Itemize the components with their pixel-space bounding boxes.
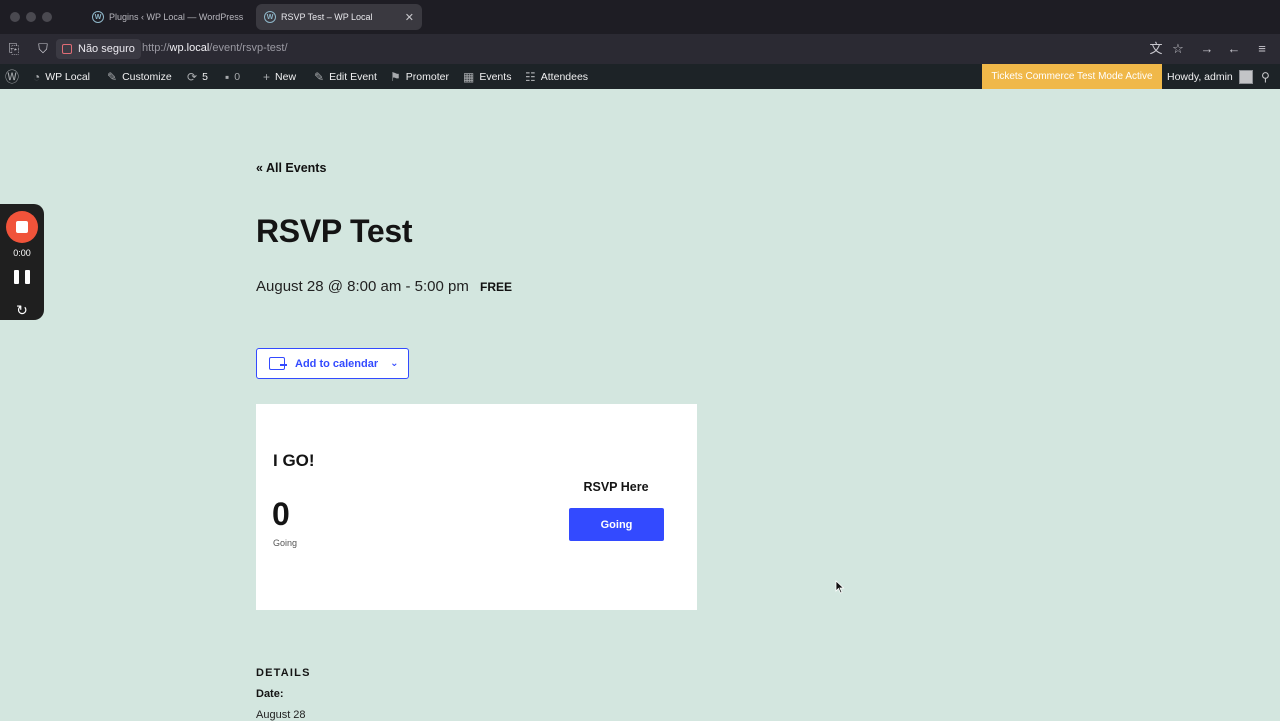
tab-title: Plugins ‹ WP Local — WordPress [109,12,244,22]
screen-recorder-widget: 0:00 ↻ [0,204,44,320]
my-account-menu[interactable]: Howdy, admin [1167,64,1253,89]
wordpress-icon: Ⓦ [5,68,19,85]
translate-icon[interactable]: 文 [1148,41,1164,57]
wp-admin-bar: Ⓦ ◔ WP Local ✎ Customize ⟳ 5 ▪ 0 + New ✎… [0,64,1280,89]
details-heading: DETAILS [256,667,311,679]
brush-icon: ✎ [107,69,118,84]
rsvp-title: I GO! [273,451,315,470]
attendees-link[interactable]: ☷ Attendees [525,64,588,89]
events-label: Events [479,70,512,83]
promoter-icon: ⚑ [390,69,401,84]
edit-event-link[interactable]: ✎ Edit Event [314,64,377,89]
comments-link[interactable]: ▪ 0 [225,64,240,89]
add-to-calendar-label: Add to calendar [295,357,379,370]
date-value: August 28 [256,709,306,721]
date-label: Date: [256,688,284,700]
events-menu[interactable]: ▦ Events [463,64,511,89]
tab-plugins[interactable]: W Plugins ‹ WP Local — WordPress [84,4,252,30]
howdy-label: Howdy, admin [1167,70,1233,83]
url-host: wp.local [169,42,210,54]
comment-icon: ▪ [225,69,230,84]
edit-event-label: Edit Event [329,70,377,83]
recording-time: 0:00 [13,248,31,258]
url-path: /event/rsvp-test/ [209,42,288,54]
page-title: RSVP Test [256,213,413,249]
window-close-button[interactable] [10,12,20,22]
rsvp-going-count: 0 [272,496,290,532]
all-events-link[interactable]: « All Events [256,161,326,175]
updates-link[interactable]: ⟳ 5 [187,64,208,89]
search-button[interactable]: ⚲ [1261,64,1275,89]
customize-link[interactable]: ✎ Customize [107,64,172,89]
customize-label: Customize [122,70,172,83]
add-to-calendar-button[interactable]: Add to calendar ⌄ [256,348,409,379]
site-name-label: WP Local [45,70,90,83]
browser-navigation-bar: ⎘ ⛉ Não seguro http://wp.local/event/rsv… [0,34,1280,64]
wordpress-icon: W [92,11,104,23]
wordpress-icon: W [264,11,276,23]
sidebar-toggle-icon[interactable]: ⎘ [6,41,22,57]
comments-count: 0 [234,70,241,83]
tab-rsvp-test[interactable]: W RSVP Test – WP Local ✕ [256,4,422,30]
menu-icon[interactable]: ≡ [1254,41,1270,57]
close-icon[interactable]: ✕ [405,11,414,24]
stop-recording-button[interactable] [6,211,38,243]
event-datetime: August 28 @ 8:00 am - 5:00 pm [256,278,469,295]
rsvp-count-label: Going [273,538,298,548]
updates-count: 5 [202,70,208,83]
search-icon: ⚲ [1261,69,1270,84]
shield-icon[interactable]: ⛉ [35,41,51,57]
window-zoom-button[interactable] [42,12,52,22]
site-name-menu[interactable]: ◔ WP Local [33,64,90,89]
url-prefix: http:// [142,42,170,54]
event-cost: FREE [480,280,513,294]
pencil-icon: ✎ [314,69,325,84]
stop-icon [16,221,28,233]
pause-icon [14,270,19,284]
url-field[interactable]: http://wp.local/event/rsvp-test/ [142,42,288,54]
attendees-label: Attendees [540,70,589,83]
mouse-cursor-icon [835,580,845,594]
tab-title: RSVP Test – WP Local [281,12,373,22]
restart-icon: ↻ [16,302,28,318]
calendar-icon: ▦ [463,69,475,84]
promoter-link[interactable]: ⚑ Promoter [390,64,449,89]
promoter-label: Promoter [405,70,449,83]
browser-tab-strip: W Plugins ‹ WP Local — WordPress W RSVP … [0,0,1280,34]
pause-button[interactable] [14,270,30,284]
new-label: New [275,70,297,83]
bookmark-star-icon[interactable]: ☆ [1170,41,1186,57]
back-icon[interactable]: ← [1226,41,1242,57]
restart-button[interactable]: ↻ [0,302,44,319]
test-mode-notice[interactable]: Tickets Commerce Test Mode Active [982,64,1162,89]
wordpress-logo-menu[interactable]: Ⓦ [5,64,24,89]
window-minimize-button[interactable] [26,12,36,22]
attendees-icon: ☷ [525,69,536,84]
refresh-icon: ⟳ [187,69,198,84]
rsvp-cta-heading: RSVP Here [583,480,649,494]
rsvp-card: I GO! 0 Going RSVP Here Going [256,404,697,610]
new-content-menu[interactable]: + New [263,64,296,89]
lock-warning-icon [62,44,72,54]
dashboard-icon: ◔ [33,69,41,84]
calendar-export-icon [269,357,287,370]
chevron-down-icon: ⌄ [390,358,399,369]
forward-icon[interactable]: → [1199,41,1215,57]
avatar [1238,69,1253,84]
going-button[interactable]: Going [569,508,664,541]
security-indicator[interactable]: Não seguro [56,39,141,59]
plus-icon: + [263,69,271,84]
security-label: Não seguro [78,43,135,55]
